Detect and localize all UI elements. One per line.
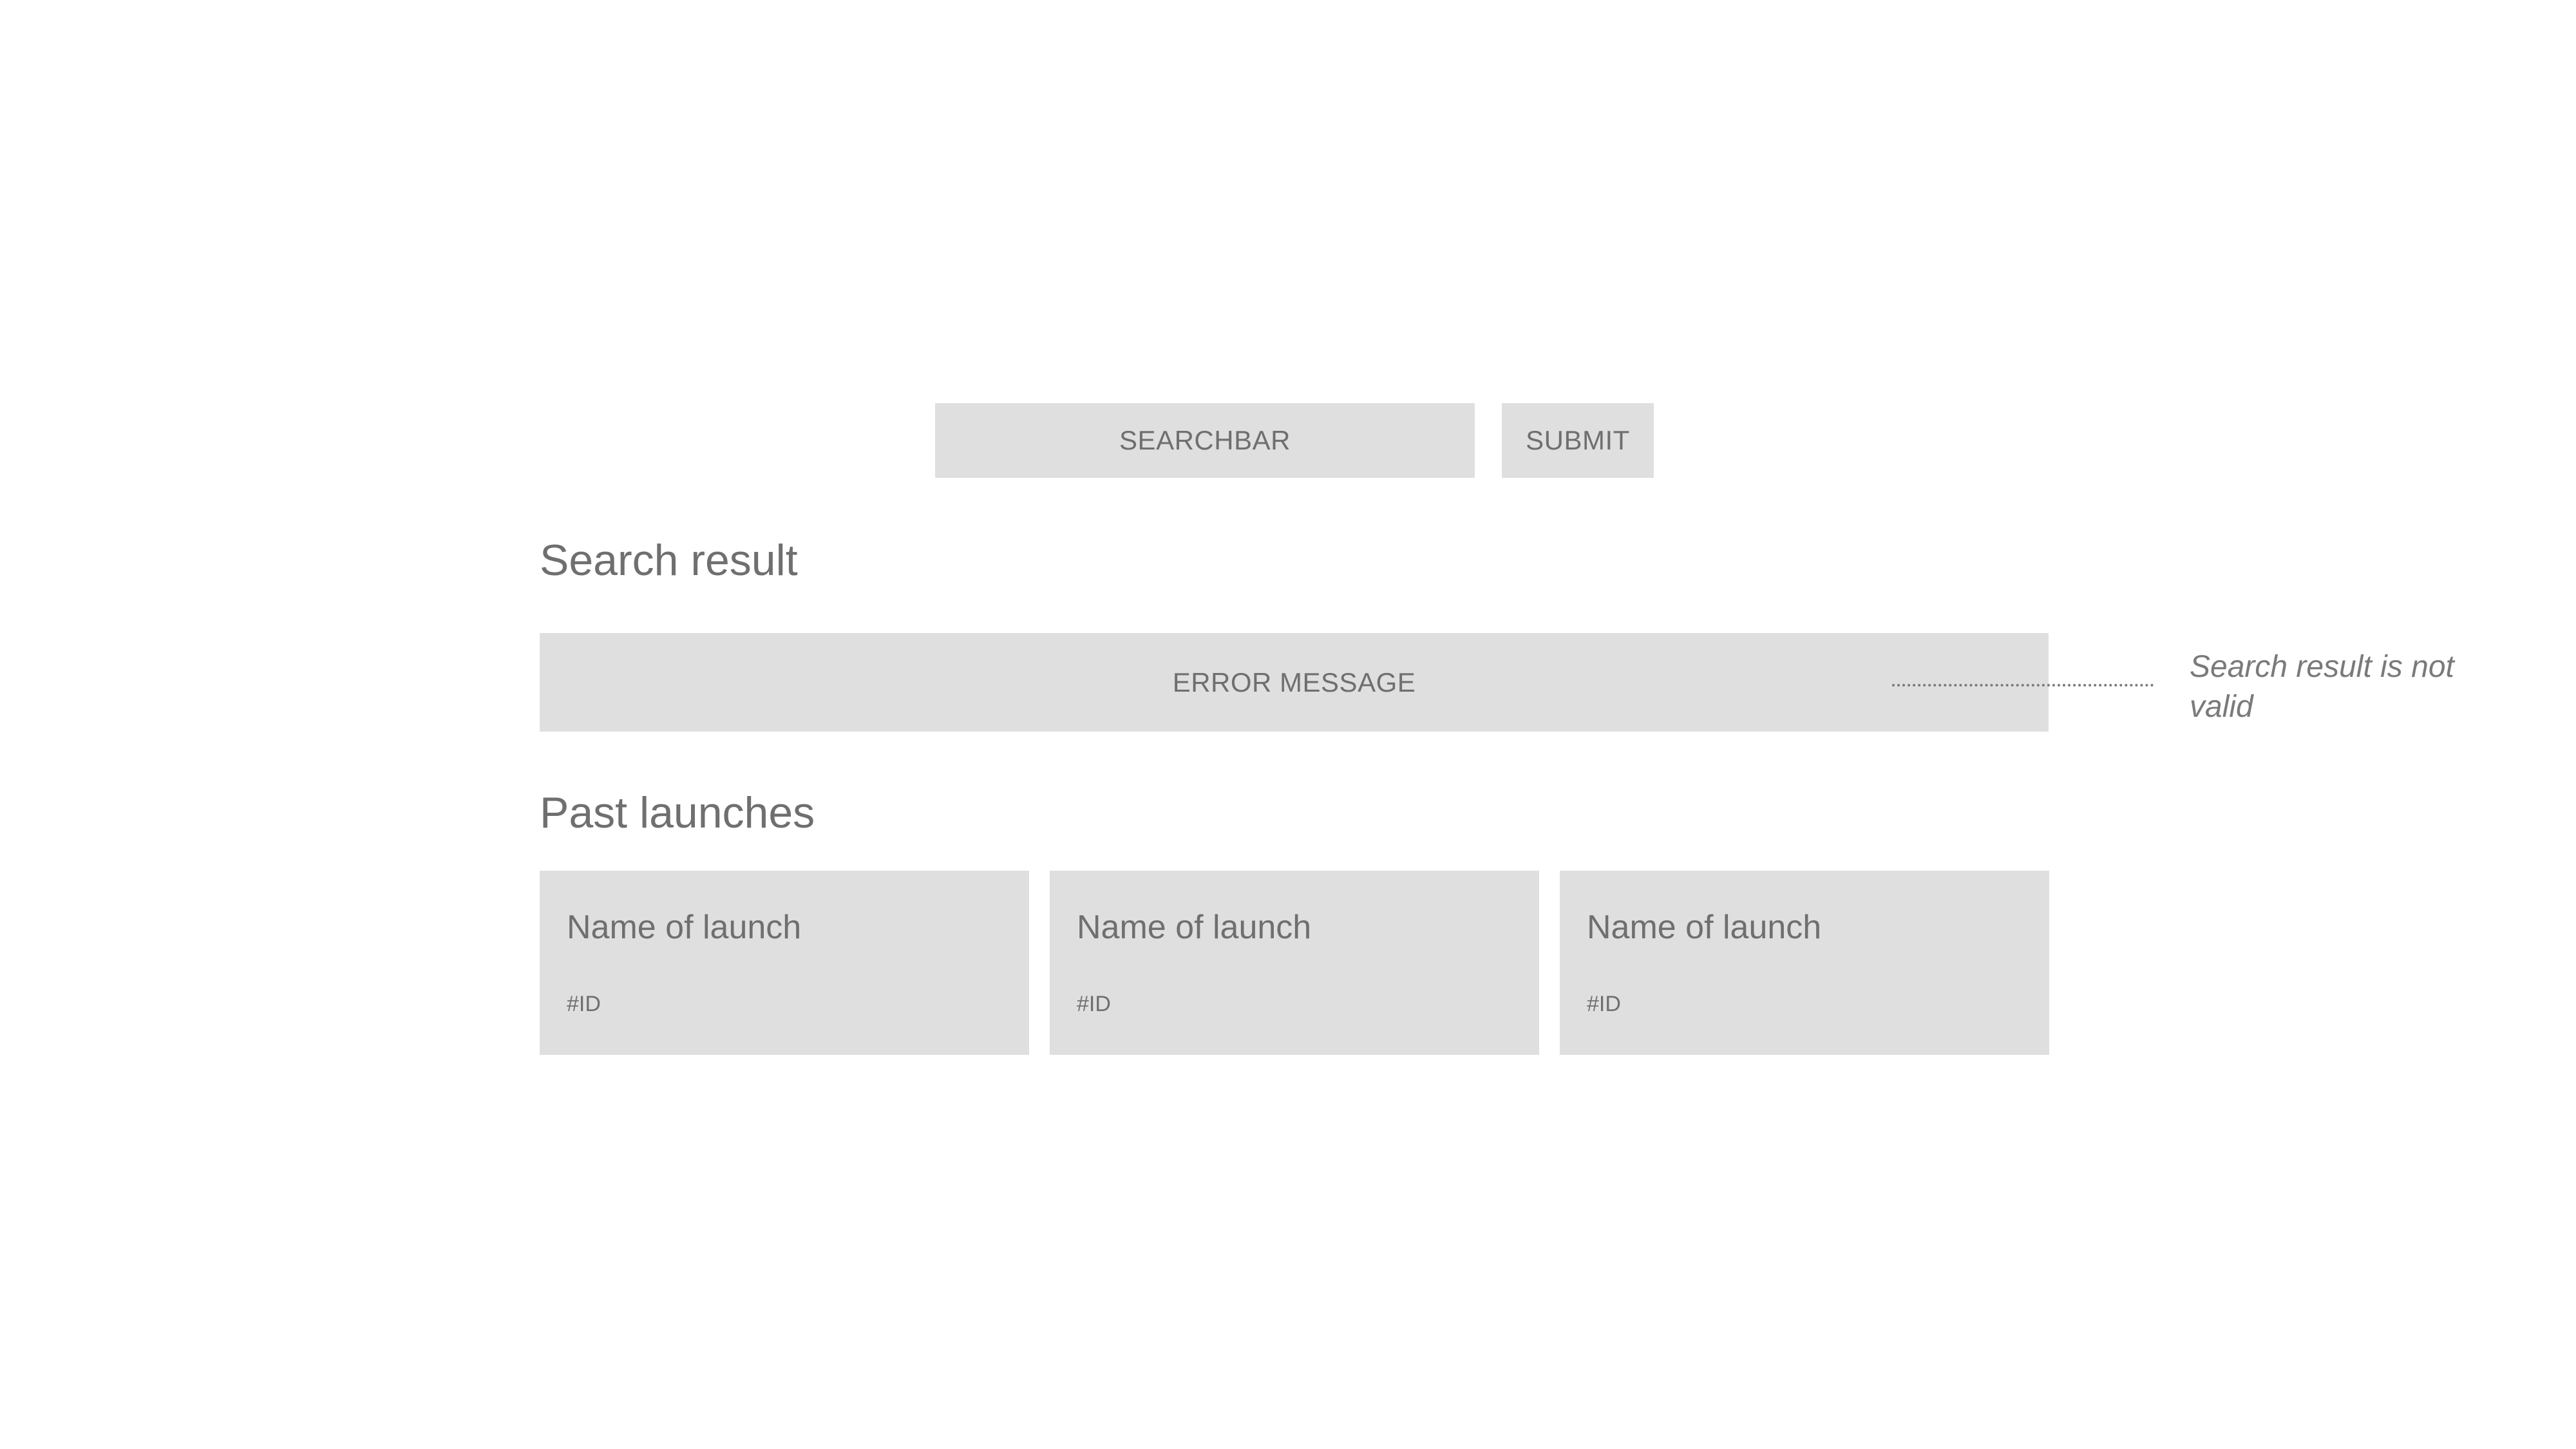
- launch-name: Name of launch: [567, 909, 802, 946]
- past-launches-heading: Past launches: [540, 788, 815, 837]
- search-input[interactable]: SEARCHBAR: [935, 403, 1475, 478]
- launch-id: #ID: [1077, 992, 1111, 1016]
- submit-button[interactable]: SUBMIT: [1502, 403, 1654, 478]
- launch-card[interactable]: Name of launch #ID: [540, 871, 1029, 1055]
- launch-card[interactable]: Name of launch #ID: [1050, 871, 1539, 1055]
- launch-id: #ID: [1587, 992, 1621, 1016]
- annotation-note: Search result is not valid: [2190, 650, 2454, 724]
- launch-card[interactable]: Name of launch #ID: [1560, 871, 2049, 1055]
- launch-id: #ID: [567, 992, 601, 1016]
- error-message: ERROR MESSAGE: [540, 633, 2049, 732]
- search-result-heading: Search result: [540, 536, 798, 585]
- annotation-connector: [1892, 684, 2154, 687]
- launch-name: Name of launch: [1077, 909, 1312, 946]
- launch-name: Name of launch: [1587, 909, 1822, 946]
